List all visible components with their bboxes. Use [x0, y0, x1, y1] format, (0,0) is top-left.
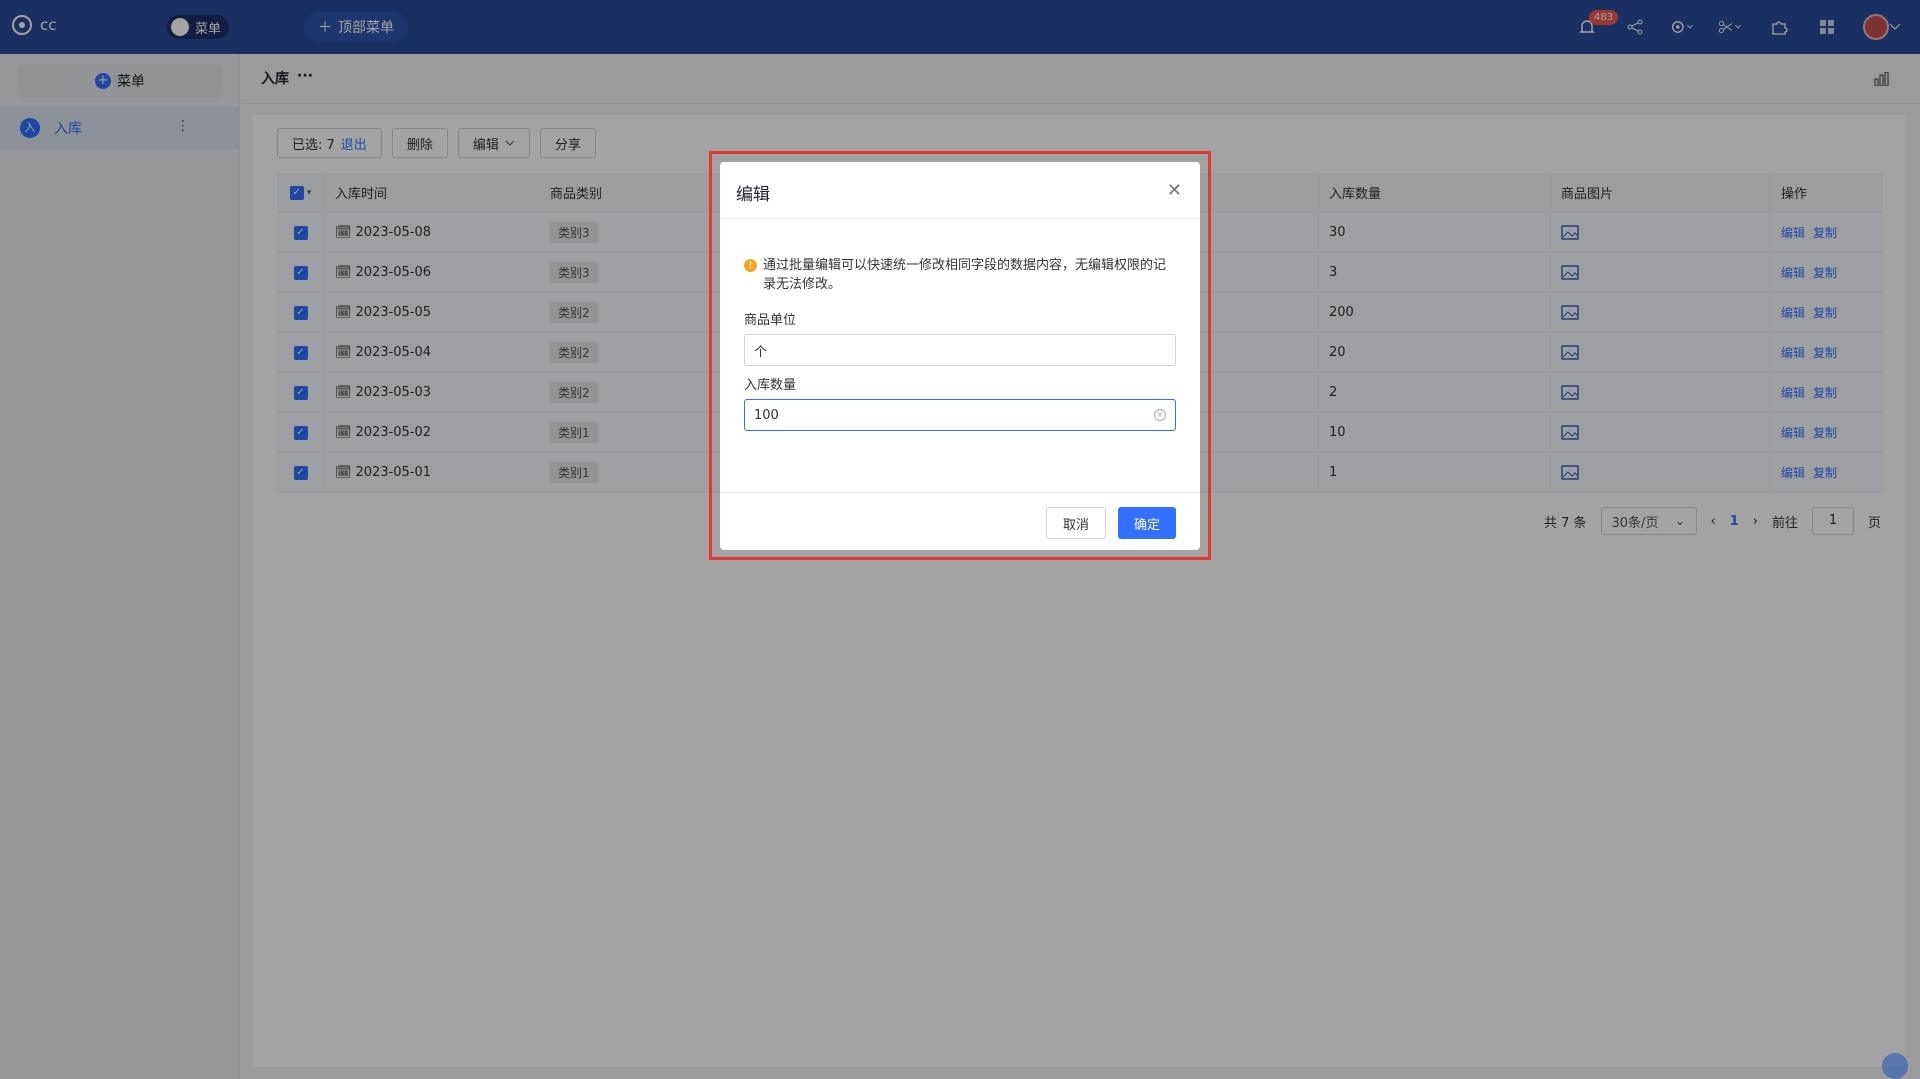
field-qty-label: 入库数量 — [744, 378, 797, 393]
qty-value: 100 — [754, 407, 779, 423]
confirm-button[interactable]: 确定 — [1117, 507, 1176, 539]
dialog-footer: 取消 确定 — [720, 492, 1200, 550]
warning-icon: ! — [744, 259, 757, 272]
clear-icon[interactable]: × — [1154, 409, 1166, 421]
help-float-icon[interactable] — [1882, 1053, 1908, 1079]
dialog-body: ! 通过批量编辑可以快速统一修改相同字段的数据内容，无编辑权限的记录无法修改。 … — [744, 256, 1176, 431]
notice: ! 通过批量编辑可以快速统一修改相同字段的数据内容，无编辑权限的记录无法修改。 — [744, 256, 1176, 294]
dialog-title: 编辑 — [736, 185, 770, 205]
notice-text: 通过批量编辑可以快速统一修改相同字段的数据内容，无编辑权限的记录无法修改。 — [763, 258, 1167, 292]
close-icon[interactable]: ✕ — [1167, 180, 1182, 201]
qty-input[interactable]: 100 × — [744, 399, 1176, 431]
dialog-header: 编辑 ✕ — [720, 162, 1200, 219]
unit-value: 个 — [754, 344, 768, 360]
field-unit-label: 商品单位 — [744, 313, 797, 328]
cancel-button[interactable]: 取消 — [1045, 507, 1106, 539]
unit-input[interactable]: 个 — [744, 334, 1176, 366]
batch-edit-dialog: 编辑 ✕ ! 通过批量编辑可以快速统一修改相同字段的数据内容，无编辑权限的记录无… — [720, 162, 1200, 550]
